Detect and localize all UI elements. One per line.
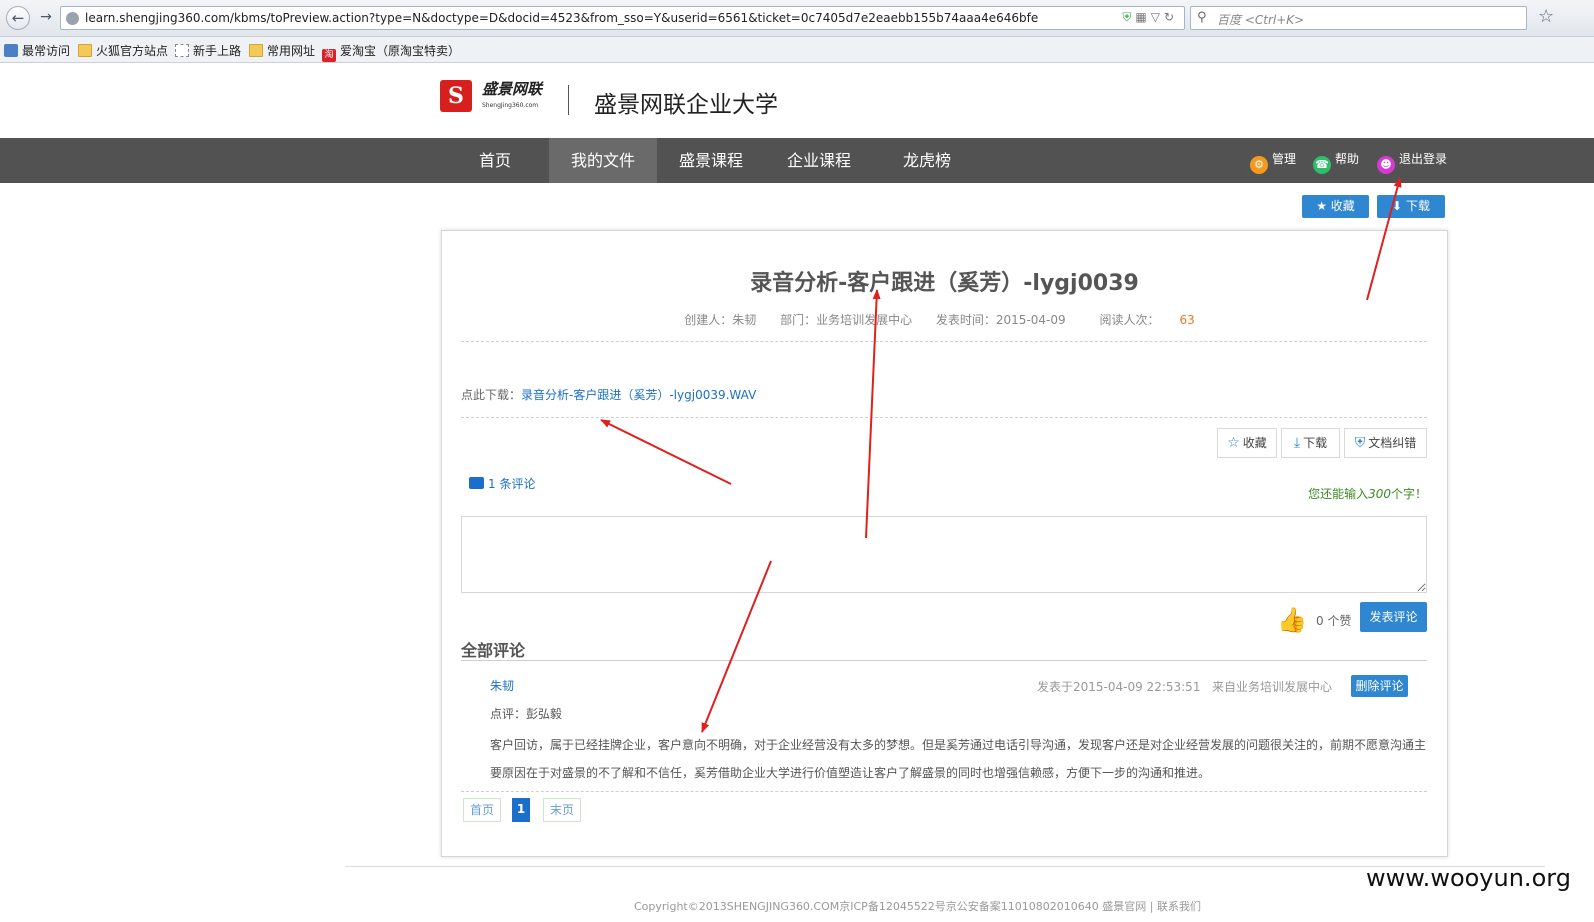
site-title: 盛景网联企业大学 [594,92,778,118]
comment-body: 客户回访，属于已经挂牌企业，客户意向不明确，对于企业经营没有太多的梦想。但是奚芳… [490,738,1427,780]
bookmark-firefox-site[interactable]: 火狐官方站点 [78,42,168,59]
download-icon: ⬇ [1392,199,1403,213]
creator: 创建人：朱韧 [684,313,757,327]
nav-home[interactable]: 首页 [441,138,549,183]
folder-icon [78,44,92,57]
bookmark-most-visited[interactable]: 最常访问 [4,42,70,59]
comment-input[interactable] [461,516,1427,593]
page-icon [175,44,189,57]
divider [461,417,1427,418]
phone-icon: ☎ [1313,156,1331,174]
bookmark-aitaobao[interactable]: 淘爱淘宝（原淘宝特卖） [322,42,460,62]
chars-remaining: 您还能输入300个字！ [1308,487,1427,501]
logout-link[interactable]: ☻ 退出登录 [1377,150,1447,174]
thumbs-up-icon[interactable]: 👍 [1277,606,1307,634]
department: 部门：业务培训发展中心 [780,313,913,327]
submit-comment-button[interactable]: 发表评论 [1360,602,1427,632]
star-icon: ★ [1316,199,1327,213]
download-icon: ⤓ [1293,435,1301,451]
logo-icon[interactable]: S [440,80,472,112]
footer-copyright: Copyright©2013SHENGJING360.COM京ICP备12045… [634,900,1201,913]
site-header [0,63,1594,138]
comment-date: 发表于2015-04-09 22:53:51 [1037,680,1201,694]
admin-link[interactable]: ⚙ 管理 [1250,150,1296,174]
nav-enterprise-courses[interactable]: 企业课程 [765,138,873,183]
address-bar-icons[interactable]: ⛨▦▽↻ [1122,10,1178,25]
taobao-icon: 淘 [322,49,336,62]
gear-icon: ⚙ [1250,156,1268,174]
star-outline-icon: ☆ [1227,435,1240,451]
search-bar[interactable]: ⚲ 百度 <Ctrl+K> [1190,6,1527,30]
logo-domain: ShengJing360.com [482,102,539,109]
comment-count: 1 条评论 [469,475,535,492]
url-text[interactable]: learn.shengjing360.com/kbms/toPreview.ac… [85,11,1038,25]
watermark: www.wooyun.org [1366,864,1571,892]
report-error-action[interactable]: ⛨ 文档纠错 [1344,428,1427,458]
footer-divider [345,866,1545,867]
publish-date: 发表时间：2015-04-09 [935,313,1066,327]
help-link[interactable]: ☎ 帮助 [1313,150,1359,174]
document-title: 录音分析-客户跟进（奚芳）-lygj0039 [750,271,1139,296]
download-line: 点此下载：录音分析-客户跟进（奚芳）-lygj0039.WAV [461,388,757,402]
like-count: 0 个赞 [1316,614,1352,628]
back-arrow-icon[interactable]: ← [6,6,30,30]
comment-bubble-icon [469,477,484,489]
shield-icon: ⛨ [1122,10,1136,24]
download-action[interactable]: ⤓ 下载 [1281,428,1340,458]
logo-text: 盛景网联 [482,80,543,98]
search-icon: ⚲ [1197,10,1207,25]
comment-department: 来自业务培训发展中心 [1212,680,1333,694]
bookmark-icon [4,44,18,57]
document-meta: 创建人：朱韧 部门：业务培训发展中心 发表时间：2015-04-09 阅读人次：… [441,311,1448,328]
favorite-button[interactable]: ★ 收藏 [1302,195,1369,218]
nav-leaderboard[interactable]: 龙虎榜 [873,138,981,183]
pager-current[interactable]: 1 [512,798,530,822]
forward-arrow-icon[interactable]: → [34,6,58,30]
nav-sj-courses[interactable]: 盛景课程 [657,138,765,183]
globe-icon [66,12,79,25]
views-count: 63 [1179,313,1195,327]
divider [461,791,1427,792]
comment-reviewer: 点评：彭弘毅 [490,707,563,721]
pager-first[interactable]: 首页 [463,798,501,822]
user-icon: ☻ [1377,156,1395,174]
comment-author[interactable]: 朱韧 [490,677,514,694]
all-comments-heading: 全部评论 [461,641,526,660]
download-file-link[interactable]: 录音分析-客户跟进（奚芳）-lygj0039.WAV [521,388,756,402]
delete-comment-button[interactable]: 删除评论 [1351,675,1408,697]
divider [461,341,1427,342]
bookmark-common-sites[interactable]: 常用网址 [249,42,315,59]
divider [461,660,1427,661]
bookmark-getting-started[interactable]: 新手上路 [175,42,241,59]
address-bar[interactable]: learn.shengjing360.com/kbms/toPreview.ac… [60,6,1185,30]
search-placeholder: 百度 <Ctrl+K> [1217,13,1305,27]
pager-last[interactable]: 末页 [543,798,581,822]
logo-divider [568,85,569,115]
favorite-action[interactable]: ☆ 收藏 [1217,428,1277,458]
bookmarks-bar: 最常访问 火狐官方站点 新手上路 常用网址 淘爱淘宝（原淘宝特卖） [0,37,1594,63]
download-button[interactable]: ⬇ 下载 [1377,195,1445,218]
views: 阅读人次： 63 [1099,313,1195,327]
shield-icon: ⛨ [1354,435,1366,451]
nav-my-files[interactable]: 我的文件 [549,138,657,183]
folder-icon [249,44,263,57]
browser-toolbar: ← → learn.shengjing360.com/kbms/toPrevie… [0,0,1594,37]
bookmark-star-icon[interactable]: ☆ [1538,6,1554,27]
